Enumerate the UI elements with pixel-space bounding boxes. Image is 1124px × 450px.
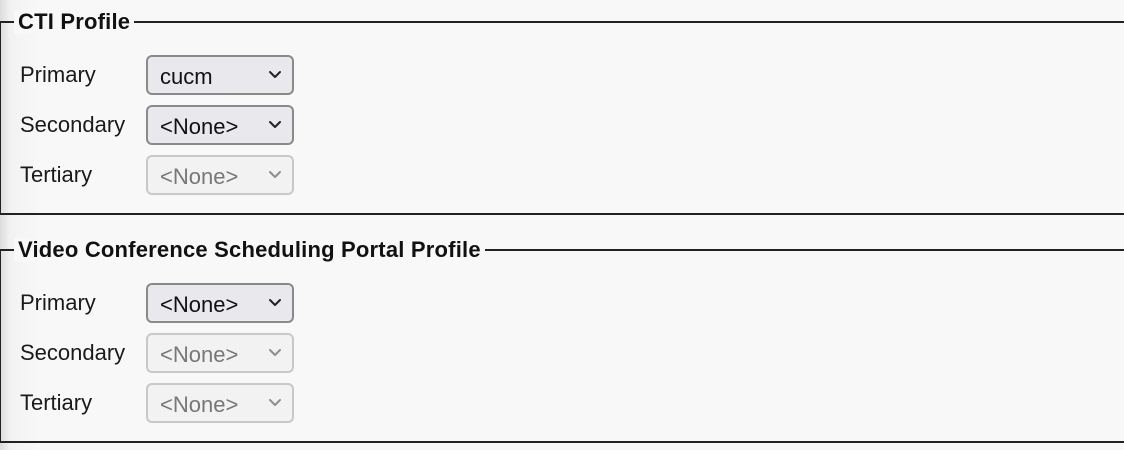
chevron-down-icon — [269, 299, 281, 306]
video-tertiary-row: Tertiary <None> — [20, 383, 420, 423]
video-primary-select[interactable]: <None> — [146, 283, 294, 323]
video-tertiary-select[interactable]: <None> — [146, 383, 294, 423]
cti-secondary-row: Secondary <None> — [20, 105, 420, 145]
cti-tertiary-select-value: <None> — [160, 164, 239, 189]
cti-tertiary-label: Tertiary — [20, 162, 93, 187]
chevron-down-icon — [269, 71, 281, 78]
video-secondary-row: Secondary <None> — [20, 333, 420, 373]
video-tertiary-label: Tertiary — [20, 390, 93, 415]
cti-tertiary-select[interactable]: <None> — [146, 155, 294, 195]
cti-profile-section: CTI Profile Primary cucm Secondary <None… — [0, 0, 1124, 216]
chevron-down-icon — [269, 121, 281, 128]
video-primary-select-value: <None> — [160, 292, 239, 317]
cti-secondary-label: Secondary — [20, 112, 126, 137]
chevron-down-icon — [269, 399, 281, 406]
cti-secondary-select-value: <None> — [160, 114, 239, 139]
chevron-down-icon — [269, 171, 281, 178]
video-secondary-select[interactable]: <None> — [146, 333, 294, 373]
cti-secondary-select[interactable]: <None> — [146, 105, 294, 145]
video-primary-row: Primary <None> — [20, 283, 420, 323]
video-tertiary-select-value: <None> — [160, 392, 239, 417]
cti-primary-select-value: cucm — [160, 64, 213, 89]
chevron-down-icon — [269, 349, 281, 356]
video-conference-profile-section: Video Conference Scheduling Portal Profi… — [0, 228, 1124, 444]
cti-primary-row: Primary cucm — [20, 55, 420, 95]
cti-primary-select[interactable]: cucm — [146, 55, 294, 95]
cti-primary-label: Primary — [20, 62, 96, 87]
video-secondary-select-value: <None> — [160, 342, 239, 367]
video-primary-label: Primary — [20, 290, 96, 315]
video-conference-profile-legend: Video Conference Scheduling Portal Profi… — [14, 238, 485, 262]
video-secondary-label: Secondary — [20, 340, 126, 365]
cti-tertiary-row: Tertiary <None> — [20, 155, 420, 195]
cti-profile-legend: CTI Profile — [14, 10, 135, 34]
